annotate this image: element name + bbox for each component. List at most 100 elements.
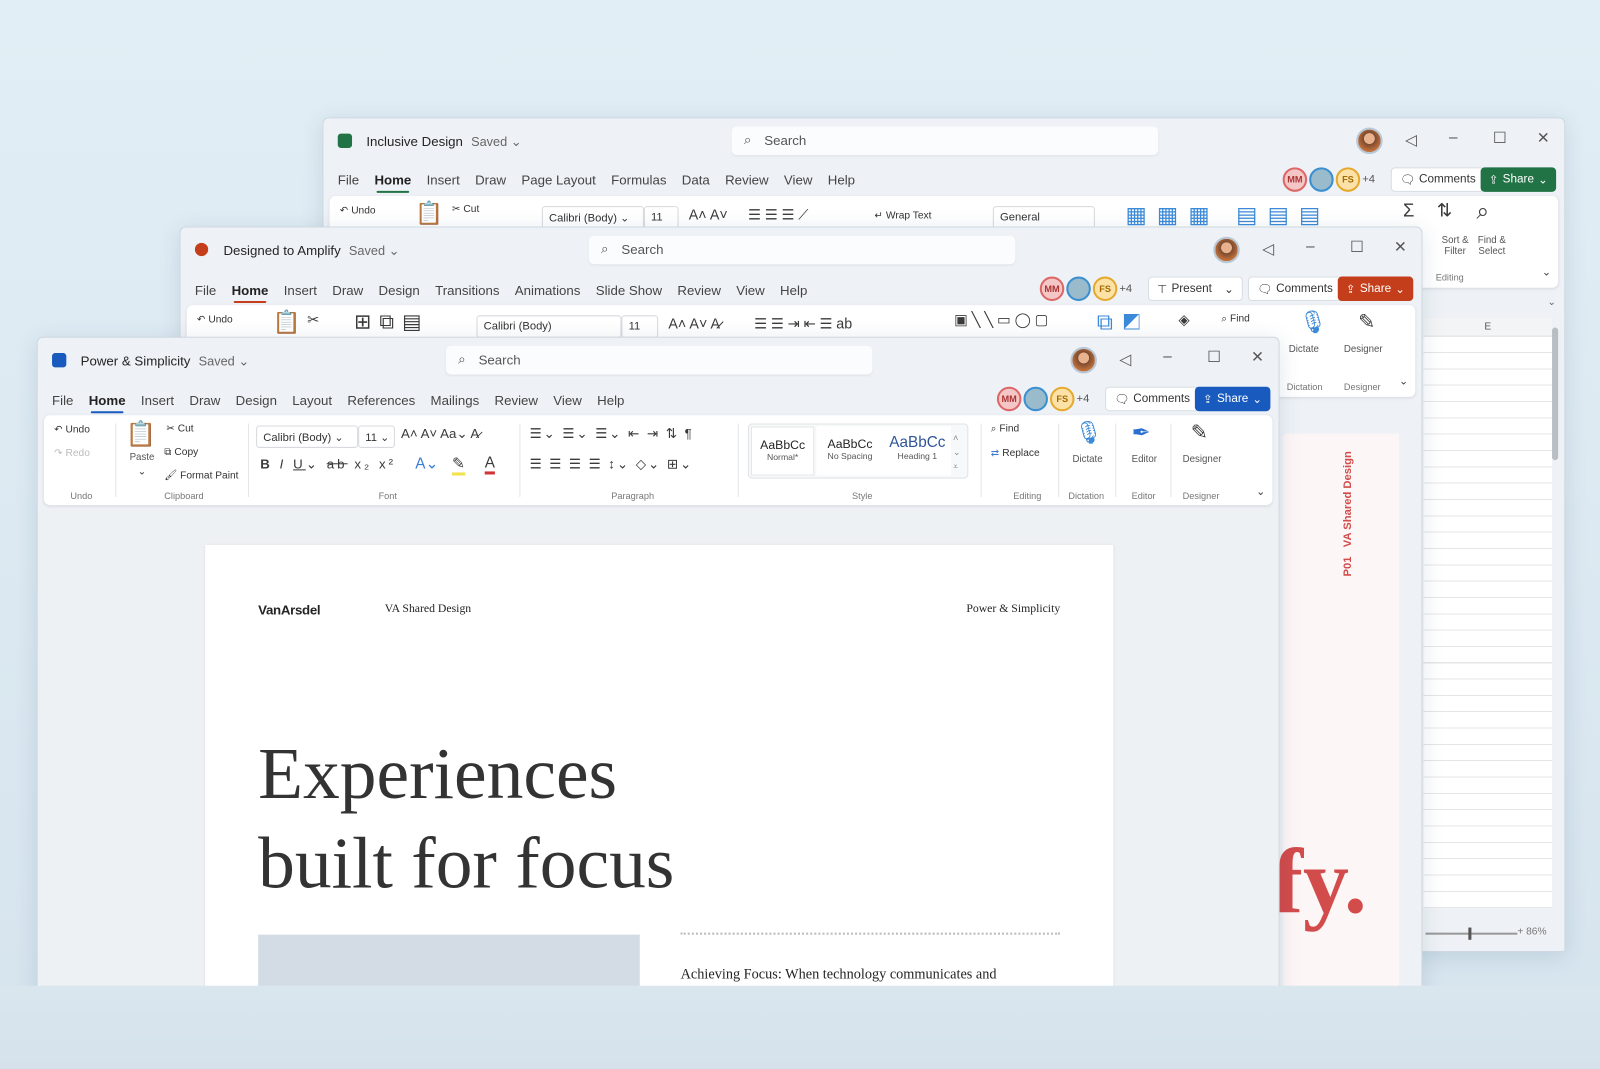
document-page[interactable]: VanArsdel VA Shared Design Power & Simpl… (205, 544, 1114, 1050)
search-box[interactable]: ⌕ Search (731, 126, 1159, 156)
tab-draw[interactable]: Draw (189, 393, 220, 408)
microphone-icon[interactable]: 🎙 (1299, 309, 1328, 336)
tab-insert[interactable]: Insert (427, 172, 460, 187)
presence-avatar[interactable] (1023, 386, 1048, 412)
find-button[interactable]: ⌕ Find (991, 423, 1019, 434)
comments-button[interactable]: 🗨 Comments (1105, 386, 1200, 412)
saved-status[interactable]: Saved ⌄ (199, 354, 249, 368)
designer-icon[interactable]: ✎ (1191, 419, 1208, 445)
highlight-icon[interactable]: ✎ (452, 454, 465, 476)
ribbon-collapse-icon[interactable]: ⌄ (1399, 374, 1408, 388)
saved-status[interactable]: Saved ⌄ (471, 135, 521, 149)
slide-canvas[interactable]: P01 VA Shared Design fy. (1272, 433, 1399, 1002)
font-size-select[interactable]: 11 (621, 315, 659, 338)
format-paint-button[interactable]: 🖌 Format Paint (164, 470, 238, 481)
designer-button[interactable]: Designer (1183, 454, 1222, 465)
presence-more[interactable]: +4 (1077, 393, 1090, 405)
grid[interactable]: E (1423, 318, 1553, 930)
undo-button[interactable]: ↶ Undo (197, 314, 233, 325)
presence-avatar[interactable]: MM (1282, 167, 1308, 192)
replace-button[interactable]: ⇄ Replace (991, 448, 1040, 459)
list-indent-icons[interactable]: ☰⌄ ☰⌄ ☰⌄ ⇤ ⇥ ⇅ ¶ (530, 426, 694, 442)
cells[interactable] (1423, 336, 1553, 909)
search-box[interactable]: ⌕ Search (588, 235, 1016, 265)
maximize-button[interactable]: ☐ (1493, 129, 1507, 147)
font-name-select[interactable]: Calibri (Body) ⌄ (541, 206, 644, 229)
font-size-change-icons[interactable]: A˄ A˅ Aa⌄ A̷ (401, 426, 479, 442)
tab-home[interactable]: Home (89, 393, 126, 414)
tab-help[interactable]: Help (828, 172, 855, 187)
sort-filter-icon[interactable]: ⇅ (1437, 200, 1452, 221)
presence-list[interactable]: MM FS +4 (1039, 276, 1132, 302)
tab-file[interactable]: File (195, 283, 216, 298)
share-button[interactable]: ⇪ Share ⌄ (1337, 276, 1414, 302)
paste-icon[interactable]: 📋 (415, 200, 443, 227)
feedback-icon[interactable]: ◁ (1262, 240, 1274, 258)
new-slide-icons[interactable]: ⊞⧉▤ (354, 309, 429, 335)
minimize-button[interactable]: – (1306, 238, 1315, 255)
font-size-select[interactable]: 11 ⌄ (358, 425, 395, 448)
share-button[interactable]: ⇪ Share ⌄ (1194, 386, 1271, 412)
tab-home[interactable]: Home (232, 283, 268, 304)
avatar[interactable] (1213, 236, 1240, 264)
feedback-icon[interactable]: ◁ (1119, 350, 1131, 368)
shape-fill-icon[interactable]: ◈ (1179, 311, 1190, 328)
tab-file[interactable]: File (52, 393, 73, 408)
minimize-button[interactable]: – (1163, 348, 1172, 365)
tab-animations[interactable]: Animations (515, 283, 581, 298)
find-select-label[interactable]: Find & Select (1474, 235, 1509, 257)
tab-file[interactable]: File (338, 172, 359, 187)
avatar[interactable] (1356, 127, 1383, 155)
paste-dropdown-icon[interactable]: ⌄ (138, 466, 147, 477)
close-button[interactable]: ✕ (1251, 348, 1264, 366)
font-format-icons[interactable]: B I U⌄ ab x₂ x² (260, 456, 396, 472)
tab-references[interactable]: References (347, 393, 415, 408)
cut-button[interactable]: ✂ Cut (166, 423, 193, 434)
tab-page-layout[interactable]: Page Layout (521, 172, 596, 187)
maximize-button[interactable]: ☐ (1350, 238, 1364, 256)
number-format-select[interactable]: General (992, 206, 1095, 229)
feedback-icon[interactable]: ◁ (1405, 131, 1417, 149)
presence-avatar[interactable]: FS (1335, 167, 1361, 192)
minimize-button[interactable]: – (1449, 129, 1458, 146)
tab-data[interactable]: Data (682, 172, 710, 187)
tab-transitions[interactable]: Transitions (435, 283, 499, 298)
paste-icon[interactable]: 📋 (126, 419, 157, 449)
presence-avatar[interactable] (1309, 167, 1334, 192)
maximize-button[interactable]: ☐ (1207, 348, 1221, 366)
align-icons[interactable]: ☰ ☰ ☰ ⟋ (748, 206, 808, 223)
undo-button[interactable]: ↶ Undo (340, 205, 376, 216)
alignment-icons[interactable]: ☰ ☰ ☰ ☰ ↕⌄ ◇⌄ ⊞⌄ (530, 456, 694, 472)
cut-icon[interactable]: ✂ (307, 311, 319, 328)
close-button[interactable]: ✕ (1537, 129, 1550, 147)
font-size-buttons[interactable]: A˄ A˅ A̷ (668, 315, 720, 331)
font-size-buttons[interactable]: A˄ A˅ (689, 206, 728, 222)
tab-draw[interactable]: Draw (332, 283, 363, 298)
designer-label[interactable]: Designer (1344, 344, 1383, 355)
paste-label[interactable]: Paste (130, 452, 155, 463)
shapes-gallery[interactable]: ▣╲╲▭◯▢ (954, 311, 1052, 328)
editor-icon[interactable]: ✒ (1132, 419, 1151, 446)
arrange-icons[interactable]: ⧉◩ (1097, 309, 1151, 336)
style-heading-1[interactable]: AaBbCc Heading 1 (883, 426, 952, 476)
tab-mailings[interactable]: Mailings (431, 393, 480, 408)
zoom-level[interactable]: + 86% (1517, 927, 1546, 938)
presence-avatar[interactable]: FS (1092, 276, 1118, 302)
tab-view[interactable]: View (736, 283, 765, 298)
redo-button[interactable]: ↷ Redo (54, 448, 90, 459)
wrap-text-button[interactable]: ↵ Wrap Text (874, 210, 931, 221)
tab-formulas[interactable]: Formulas (611, 172, 666, 187)
vertical-scrollbar[interactable] (1552, 327, 1559, 461)
find-button[interactable]: ⌕ Find (1221, 313, 1249, 324)
conditional-format-icons[interactable]: ▦▦▦ ▤▤▤ (1126, 202, 1331, 229)
presence-avatar[interactable]: FS (1049, 386, 1075, 412)
style-no-spacing[interactable]: AaBbCc No Spacing (816, 426, 884, 476)
ribbon-collapse-icon[interactable]: ⌄ (1256, 485, 1265, 498)
avatar[interactable] (1070, 346, 1097, 374)
column-header-e[interactable]: E (1423, 318, 1553, 337)
presence-more[interactable]: +4 (1119, 283, 1132, 295)
style-gallery-scroll[interactable]: ˄ ⌄ ⩡ (953, 431, 961, 474)
font-size-select[interactable]: 11 (643, 206, 679, 229)
dictate-button[interactable]: Dictate (1072, 454, 1102, 465)
formula-expand-icon[interactable]: ⌄ (1423, 297, 1562, 313)
